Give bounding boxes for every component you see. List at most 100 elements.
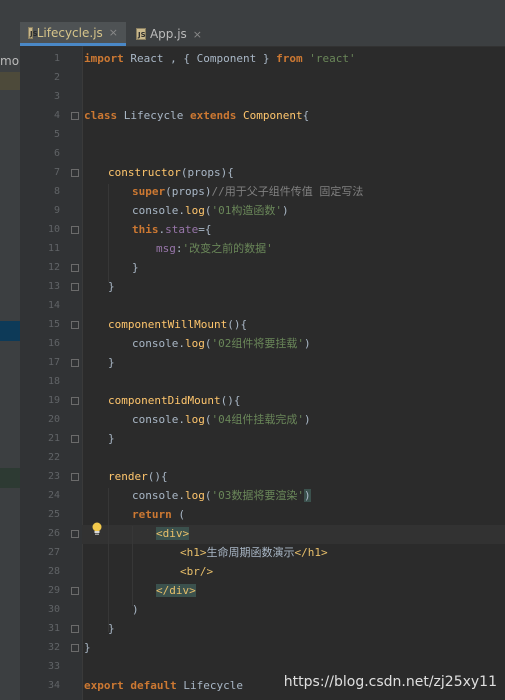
line-number: 11 <box>47 243 60 254</box>
close-icon[interactable]: × <box>193 28 202 41</box>
method-call: log <box>184 489 205 502</box>
identifier: React , { Component } <box>123 52 277 65</box>
code-line-1[interactable]: import React , { Component } from 'react… <box>84 49 356 68</box>
fold-toggle-icon[interactable] <box>71 587 79 595</box>
line-number: 23 <box>47 471 60 482</box>
line-number: 24 <box>47 490 60 501</box>
code-line-19[interactable]: componentDidMount(){ <box>108 391 240 410</box>
brace: } <box>108 622 115 635</box>
code-line-12[interactable]: } <box>132 258 139 277</box>
code-line-9[interactable]: console.log('01构造函数') <box>132 201 289 220</box>
code-line-20[interactable]: console.log('04组件挂载完成') <box>132 410 311 429</box>
fold-toggle-icon[interactable] <box>71 169 79 177</box>
paren: ) <box>303 337 311 350</box>
fold-toggle-icon[interactable] <box>71 435 79 443</box>
line-number: 31 <box>47 623 60 634</box>
code-line-10[interactable]: this.state={ <box>132 220 212 239</box>
string-literal: '01构造函数' <box>211 204 282 217</box>
line-number: 30 <box>47 604 60 615</box>
code-line-28[interactable]: <br/> <box>180 562 213 581</box>
property: msg <box>156 242 176 255</box>
fold-toggle-icon[interactable] <box>71 644 79 652</box>
fold-toggle-icon[interactable] <box>71 283 79 291</box>
keyword: import <box>84 52 124 65</box>
property: state <box>165 223 199 236</box>
code-line-11[interactable]: msg:'改变之前的数据' <box>156 239 273 258</box>
code-line-31[interactable]: } <box>108 619 115 638</box>
line-number: 15 <box>47 319 60 330</box>
fold-toggle-icon[interactable] <box>71 473 79 481</box>
code-line-23[interactable]: render(){ <box>108 467 168 486</box>
keyword: this <box>132 223 159 236</box>
params: (){ <box>220 394 241 407</box>
method-call: log <box>184 337 205 350</box>
code-line-8[interactable]: super(props)//用于父子组件传值 固定写法 <box>132 182 363 201</box>
line-number: 13 <box>47 281 60 292</box>
keyword: super <box>132 185 166 198</box>
string-literal: '02组件将要挂载' <box>211 337 304 350</box>
project-panel-edge[interactable]: mo <box>0 46 20 700</box>
line-number: 27 <box>47 547 60 558</box>
code-line-34[interactable]: export default Lifecycle <box>84 676 243 695</box>
string-literal: '04组件挂载完成' <box>211 413 304 426</box>
brace: { <box>302 109 310 122</box>
code-line-30[interactable]: ) <box>132 600 139 619</box>
keyword: from <box>276 52 303 65</box>
jsx-tag: </h1> <box>294 546 328 559</box>
tab-label: Lifecycle.js <box>36 25 103 40</box>
line-number: 9 <box>53 205 60 216</box>
paren: ( <box>171 508 185 521</box>
keyword: class <box>84 109 118 122</box>
code-line-16[interactable]: console.log('02组件将要挂载') <box>132 334 311 353</box>
params: (){ <box>227 318 248 331</box>
fold-toggle-icon[interactable] <box>71 321 79 329</box>
tab-label: App.js <box>149 27 187 41</box>
identifier: console. <box>132 337 185 350</box>
keyword: default <box>130 679 177 692</box>
code-line-27[interactable]: <h1>生命周期函数演示</h1> <box>180 543 328 562</box>
fold-toggle-icon[interactable] <box>71 359 79 367</box>
method-name: render <box>108 470 148 483</box>
fold-toggle-icon[interactable] <box>71 530 79 538</box>
tab-lifecycle-js[interactable]: JS Lifecycle.js × <box>20 22 126 46</box>
indent-guide <box>132 526 133 606</box>
fold-toggle-icon[interactable] <box>71 264 79 272</box>
method-name: constructor <box>108 166 181 179</box>
keyword: export <box>84 679 124 692</box>
brace: } <box>132 261 139 274</box>
identifier: Lifecycle <box>176 679 243 692</box>
line-number: 32 <box>47 642 60 653</box>
jsx-tag: </div> <box>156 584 196 597</box>
project-panel-label: mo <box>0 54 20 68</box>
code-line-21[interactable]: } <box>108 429 115 448</box>
class-name: Component <box>242 109 303 122</box>
code-line-17[interactable]: } <box>108 353 115 372</box>
line-number: 28 <box>47 566 60 577</box>
keyword: extends <box>189 109 237 122</box>
line-number: 19 <box>47 395 60 406</box>
line-number: 22 <box>47 452 60 463</box>
code-line-13[interactable]: } <box>108 277 115 296</box>
code-line-7[interactable]: constructor(props){ <box>108 163 234 182</box>
close-icon[interactable]: × <box>109 26 118 39</box>
method-name: componentWillMount <box>108 318 228 331</box>
fold-toggle-icon[interactable] <box>71 226 79 234</box>
fold-toggle-icon[interactable] <box>71 397 79 405</box>
tab-app-js[interactable]: JS App.js × <box>128 22 210 46</box>
fold-toggle-icon[interactable] <box>71 112 79 120</box>
code-line-15[interactable]: componentWillMount(){ <box>108 315 247 334</box>
line-number: 18 <box>47 376 60 387</box>
line-number: 34 <box>47 680 60 691</box>
code-line-4[interactable]: class Lifecycle extends Component{ <box>84 106 309 125</box>
code-line-24[interactable]: console.log('03数据将要渲染') <box>132 486 311 505</box>
string-literal: '03数据将要渲染' <box>211 489 304 502</box>
code-line-26[interactable]: <div> <box>156 524 190 543</box>
comment: //用于父子组件传值 固定写法 <box>211 185 364 198</box>
fold-toggle-icon[interactable] <box>71 625 79 633</box>
code-line-25[interactable]: return ( <box>132 505 185 524</box>
code-line-32[interactable]: } <box>84 638 91 657</box>
window-top-strip <box>0 0 505 22</box>
code-line-29[interactable]: </div> <box>156 581 196 600</box>
lightbulb-icon[interactable] <box>91 522 103 536</box>
